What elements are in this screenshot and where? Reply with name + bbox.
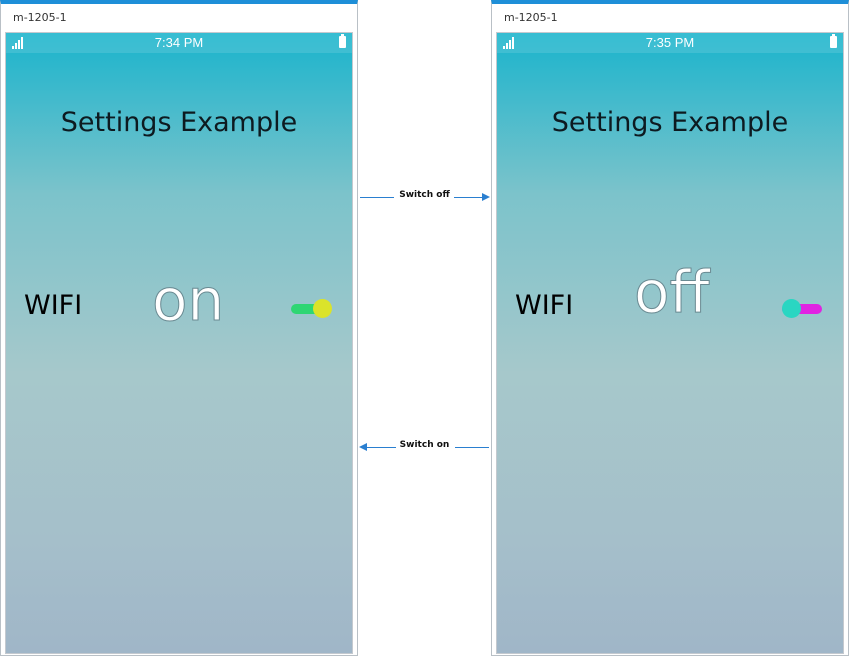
toggle-knob: [782, 299, 801, 318]
emulator-window-right: m-1205-1 7:35 PM Settings Example WIFI o…: [491, 0, 849, 656]
status-time: 7:34 PM: [154, 35, 204, 50]
wifi-toggle[interactable]: [782, 299, 822, 318]
status-bar: 7:34 PM: [6, 33, 352, 53]
page-title: Settings Example: [60, 107, 298, 138]
window-title: m-1205-1: [13, 11, 67, 24]
phone-screen: 7:35 PM Settings Example WIFI off: [496, 32, 844, 654]
wifi-toggle[interactable]: [291, 299, 332, 318]
wifi-state-text: on: [151, 266, 225, 334]
switch-off-label: Switch off: [399, 190, 450, 200]
wifi-label: WIFI: [515, 290, 574, 321]
emulator-window-left: m-1205-1 7:34 PM Settings Example WIFI o…: [0, 0, 358, 656]
battery-icon: [339, 34, 346, 48]
flow-diagram: m-1205-1 7:34 PM Settings Example WIFI o…: [0, 0, 850, 656]
wifi-label: WIFI: [24, 290, 83, 321]
switch-on-arrow: Switch on: [358, 438, 491, 458]
arrow-right-icon: [482, 193, 490, 201]
wifi-state-text: off: [633, 258, 710, 326]
switch-off-arrow: Switch off: [358, 188, 491, 208]
page-title: Settings Example: [551, 107, 789, 138]
phone-screen: 7:34 PM Settings Example WIFI on: [5, 32, 353, 654]
status-time: 7:35 PM: [645, 35, 695, 50]
toggle-knob: [313, 299, 332, 318]
status-bar: 7:35 PM: [497, 33, 843, 53]
window-title: m-1205-1: [504, 11, 558, 24]
switch-on-label: Switch on: [399, 440, 450, 450]
battery-icon: [830, 34, 837, 48]
